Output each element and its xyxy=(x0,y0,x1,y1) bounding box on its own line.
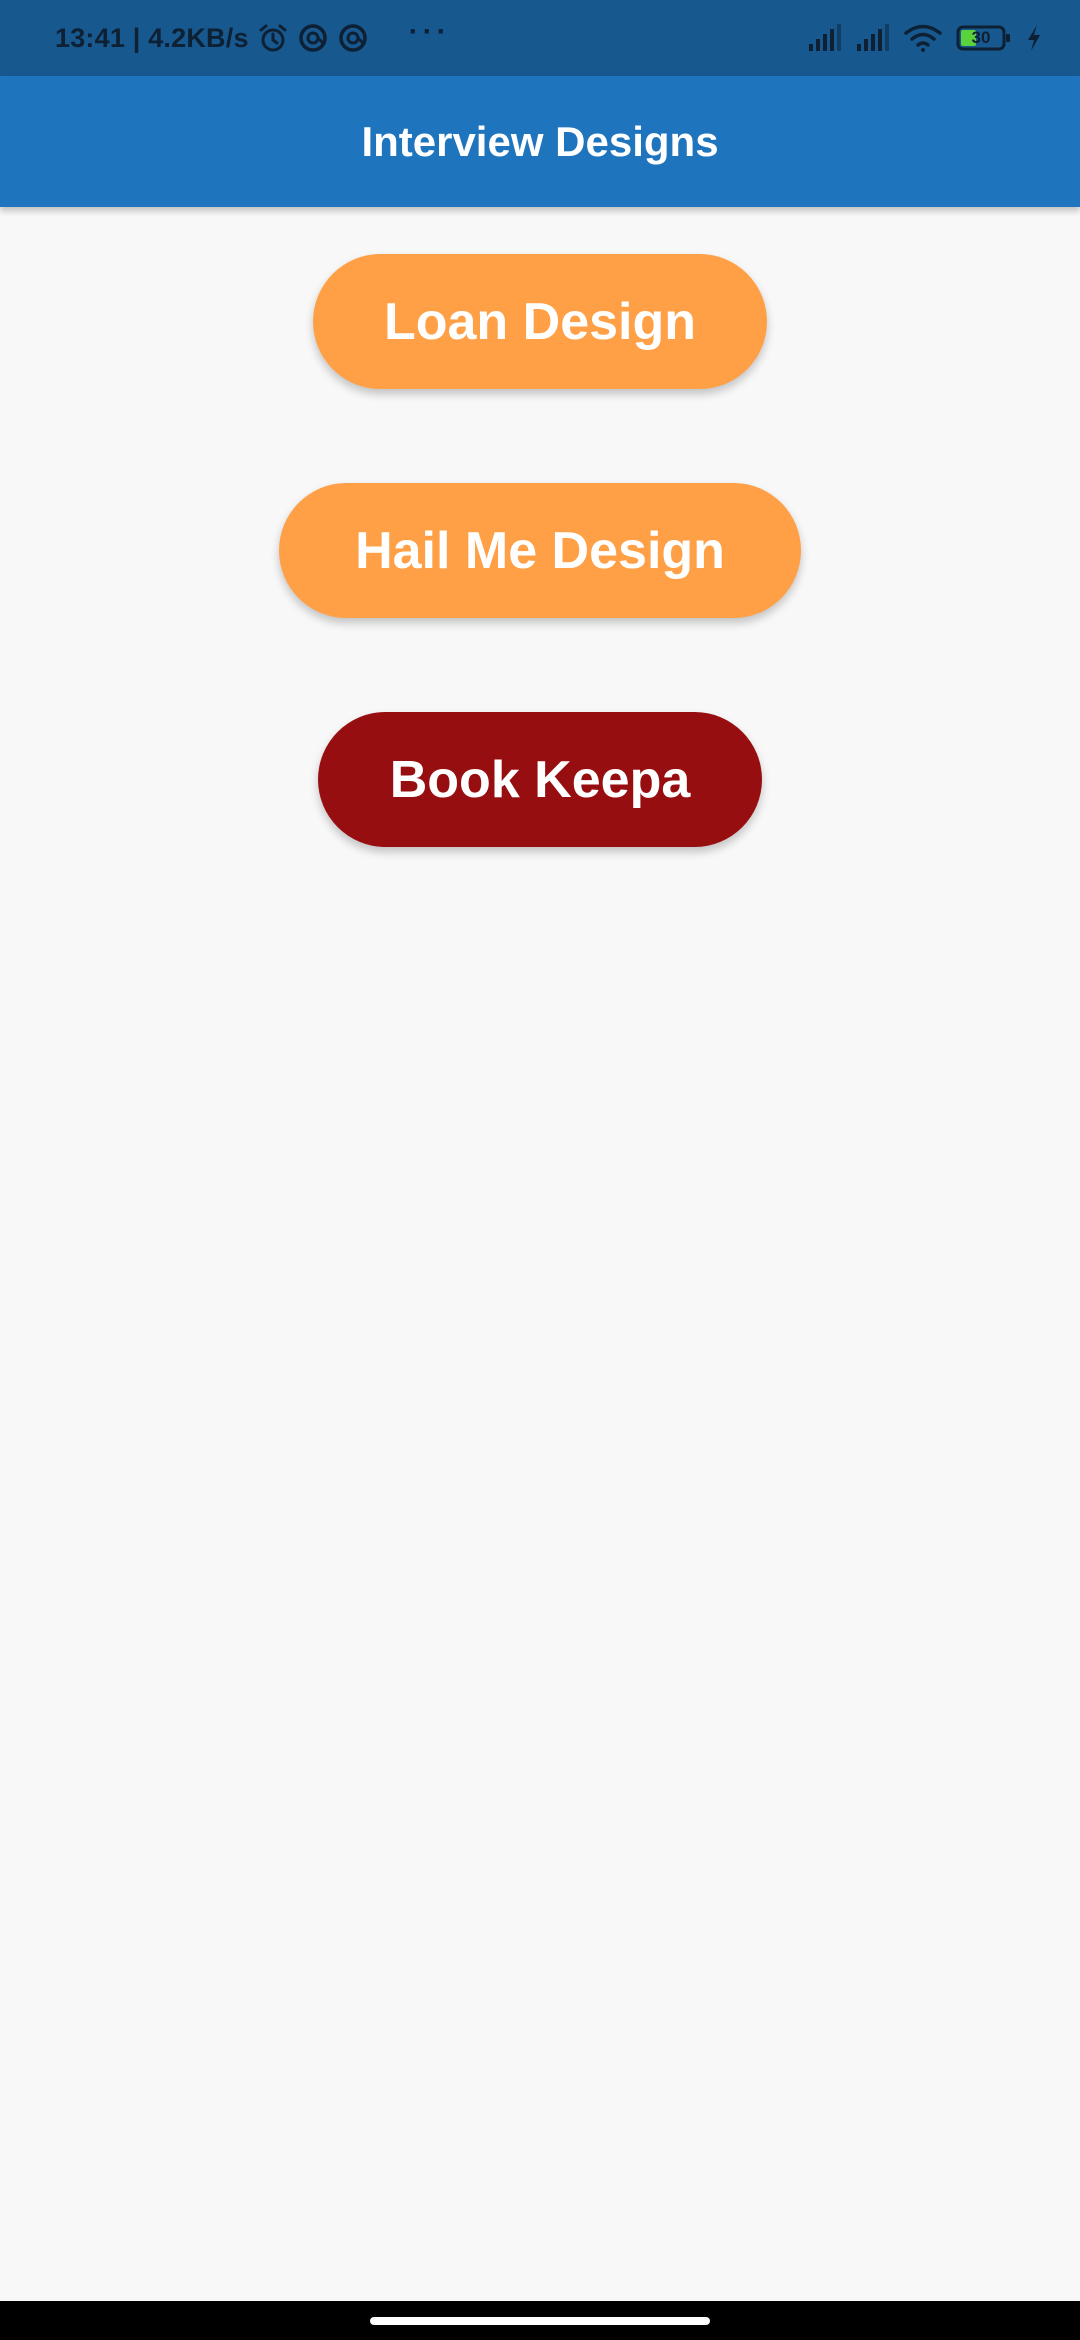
sync-icon xyxy=(337,22,369,54)
charging-icon xyxy=(1026,24,1042,52)
battery-level: 30 xyxy=(971,28,991,47)
status-left: 13:41 | 4.2KB/s ··· xyxy=(55,0,451,76)
alarm-icon xyxy=(257,22,289,54)
cell-signal-icon xyxy=(808,24,842,52)
app-bar: Interview Designs xyxy=(0,76,1080,207)
status-bar: 13:41 | 4.2KB/s ··· 30 xyxy=(0,0,1080,76)
main-content: Loan Design Hail Me Design Book Keepa xyxy=(0,207,1080,2301)
system-navigation-bar xyxy=(0,2301,1080,2340)
wifi-icon xyxy=(904,24,942,52)
hail-me-design-button[interactable]: Hail Me Design xyxy=(279,483,801,618)
status-right: 30 xyxy=(808,0,1042,76)
battery-icon: 30 xyxy=(956,24,1012,52)
sync-icon xyxy=(297,22,329,54)
more-dots-icon: ··· xyxy=(408,15,451,48)
cell-signal-icon xyxy=(856,24,890,52)
page-title: Interview Designs xyxy=(361,117,719,165)
time-network-speed: 13:41 | 4.2KB/s xyxy=(55,22,249,53)
book-keepa-button[interactable]: Book Keepa xyxy=(318,712,762,847)
loan-design-button[interactable]: Loan Design xyxy=(313,254,767,389)
home-gesture-handle[interactable] xyxy=(370,2317,710,2325)
